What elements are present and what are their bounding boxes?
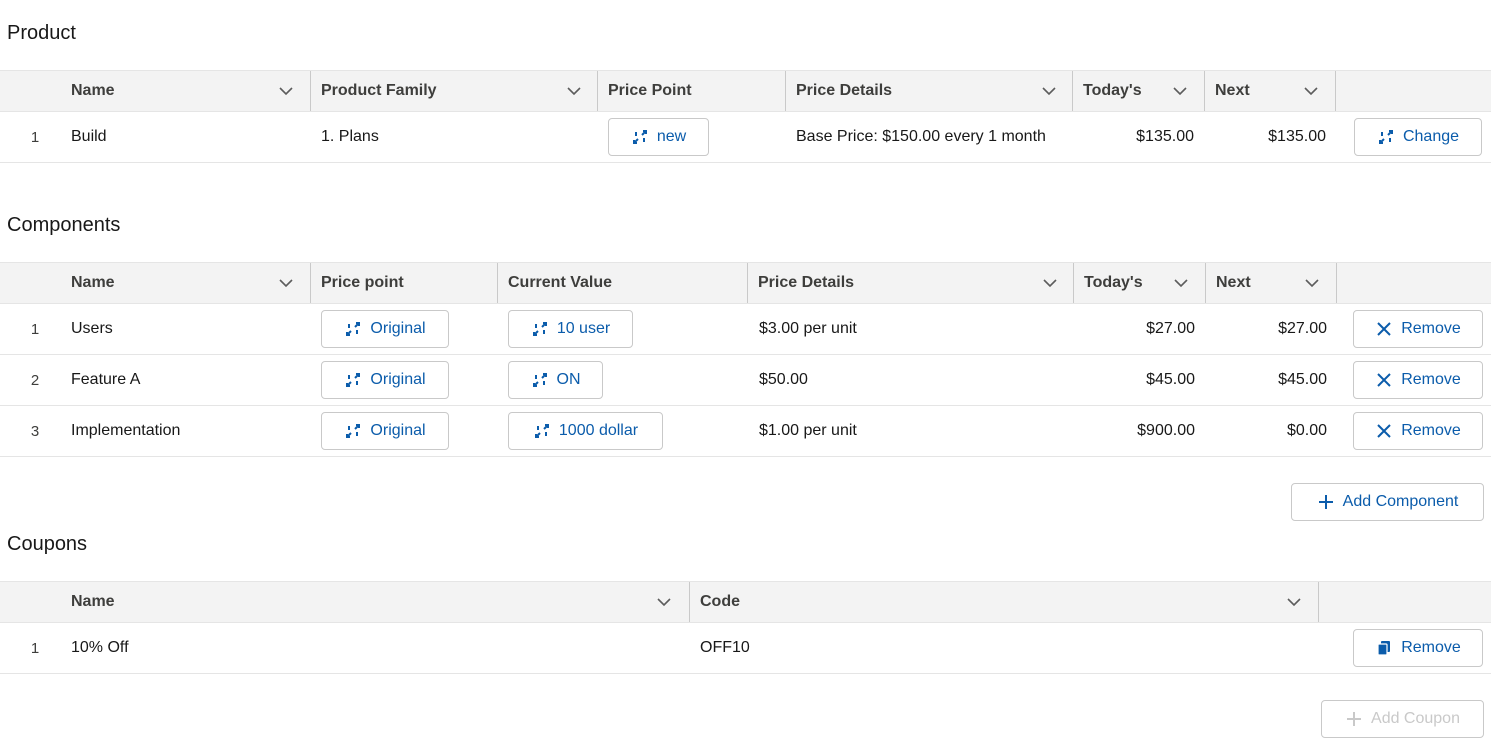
todays-amount: $27.00 [1146,320,1195,337]
add-coupon-button[interactable]: Add Coupon [1321,700,1484,738]
remove-button[interactable]: Remove [1353,412,1483,450]
swap-icon [631,128,649,146]
column-header-name[interactable]: Name [61,582,689,622]
chevron-down-icon[interactable] [278,275,294,291]
table-row: 1 Build 1. Plans new Base Price: $150.00… [0,112,1491,163]
column-header-current-value: Current Value [497,263,747,303]
column-header-name[interactable]: Name [61,263,310,303]
swap-icon [344,371,362,389]
components-section-title: Components [7,214,121,236]
next-amount: $45.00 [1278,371,1327,388]
close-icon [1375,422,1393,440]
column-header-todays[interactable]: Today's [1073,263,1205,303]
current-value-button[interactable]: 10 user [508,310,633,348]
product-name: Build [71,128,107,145]
add-component-button[interactable]: Add Component [1291,483,1484,521]
price-point-button[interactable]: Original [321,361,449,399]
todays-amount: $135.00 [1136,128,1194,145]
chevron-down-icon[interactable] [1286,594,1302,610]
add-icon [1317,493,1335,511]
swap-icon [344,320,362,338]
component-name: Implementation [71,422,181,439]
price-point-button[interactable]: new [608,118,709,156]
close-icon [1375,320,1393,338]
remove-button[interactable]: Remove [1353,310,1483,348]
row-number: 1 [30,639,40,657]
remove-button[interactable]: Remove [1353,361,1483,399]
todays-amount: $45.00 [1146,371,1195,388]
column-header-next[interactable]: Next [1205,263,1336,303]
chevron-down-icon[interactable] [278,83,294,99]
swap-icon [533,422,551,440]
current-value-button[interactable]: ON [508,361,603,399]
price-details: $3.00 per unit [759,320,857,337]
price-details: $1.00 per unit [759,422,857,439]
coupon-name: 10% Off [71,639,129,656]
swap-icon [1377,128,1395,146]
price-point-button[interactable]: Original [321,310,449,348]
next-amount: $27.00 [1278,320,1327,337]
swap-icon [531,320,549,338]
column-header-actions [1318,582,1491,622]
price-details: Base Price: $150.00 every 1 month [796,128,1046,145]
row-number: 2 [30,371,40,389]
chevron-down-icon[interactable] [1172,83,1188,99]
component-name: Feature A [71,371,141,388]
table-row: 1 10% Off OFF10 Remove [0,623,1491,674]
price-details: $50.00 [759,371,808,388]
column-header-todays[interactable]: Today's [1072,71,1204,111]
close-icon [1375,371,1393,389]
table-row: 3 Implementation Original 1000 dollar $1… [0,406,1491,457]
chevron-down-icon[interactable] [566,83,582,99]
remove-coupon-button[interactable]: Remove [1353,629,1483,667]
chevron-down-icon[interactable] [1303,83,1319,99]
column-header-next[interactable]: Next [1204,71,1335,111]
chevron-down-icon[interactable] [1042,275,1058,291]
row-number: 1 [30,128,40,146]
row-number: 1 [30,320,40,338]
column-header-price-details[interactable]: Price Details [747,263,1073,303]
product-section-title: Product [7,22,76,44]
next-amount: $135.00 [1268,128,1326,145]
swap-icon [344,422,362,440]
copy-icon [1375,639,1393,657]
table-header: Name Product Family Price Point Price De… [0,70,1491,112]
column-header-name[interactable]: Name [61,71,310,111]
column-header-price-point: Price point [310,263,497,303]
column-header-code[interactable]: Code [689,582,1318,622]
coupons-section-title: Coupons [7,533,88,555]
table-header: Name Code [0,581,1491,623]
table-row: 2 Feature A Original ON $50.00 $45.00 $4… [0,355,1491,406]
row-number: 3 [30,422,40,440]
chevron-down-icon[interactable] [1173,275,1189,291]
swap-icon [531,371,549,389]
add-icon [1345,710,1363,728]
chevron-down-icon[interactable] [1304,275,1320,291]
column-header-price-point: Price Point [597,71,785,111]
change-button[interactable]: Change [1354,118,1482,156]
table-row: 1 Users Original 10 user $3.00 per unit … [0,304,1491,355]
next-amount: $0.00 [1286,422,1327,439]
price-point-button[interactable]: Original [321,412,449,450]
column-header-product-family[interactable]: Product Family [310,71,597,111]
table-header: Name Price point Current Value Price Det… [0,262,1491,304]
column-header-actions [1335,71,1491,111]
current-value-button[interactable]: 1000 dollar [508,412,663,450]
column-header-price-details[interactable]: Price Details [785,71,1072,111]
coupon-code: OFF10 [700,639,750,656]
column-header-actions [1336,263,1491,303]
product-family: 1. Plans [321,128,379,145]
component-name: Users [71,320,113,337]
chevron-down-icon[interactable] [656,594,672,610]
todays-amount: $900.00 [1137,422,1195,439]
chevron-down-icon[interactable] [1041,83,1057,99]
